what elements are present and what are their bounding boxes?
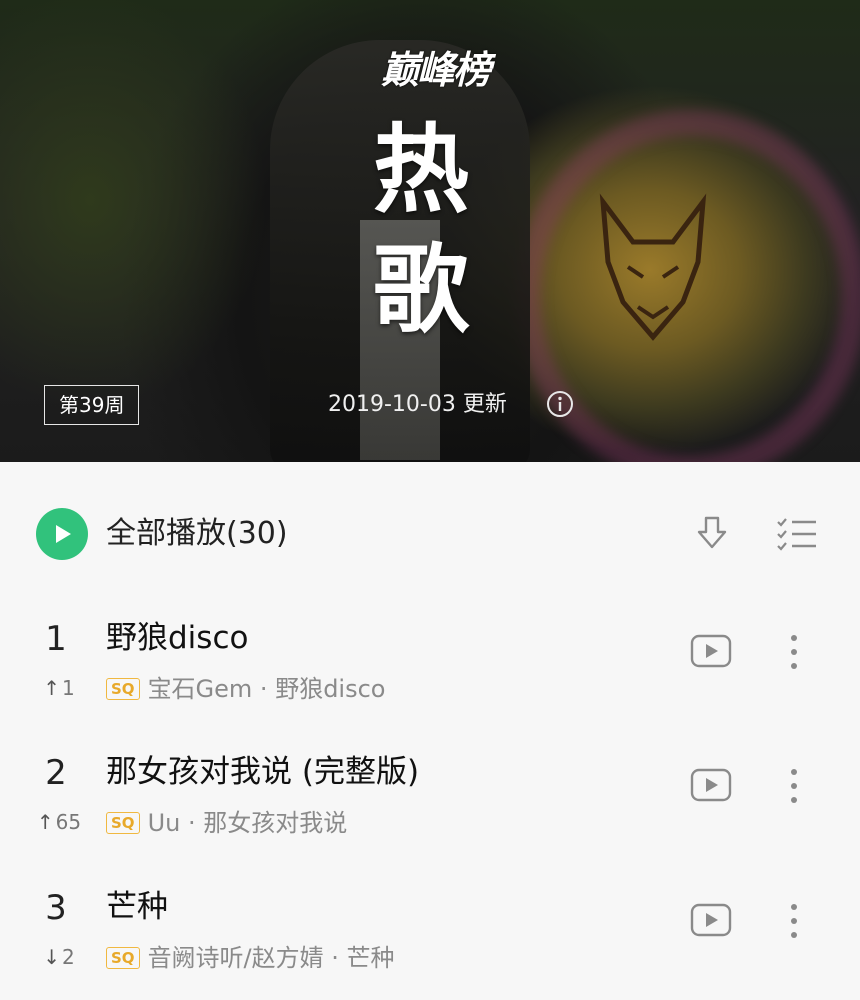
rank-change-value: 1	[62, 676, 75, 700]
mv-play-icon[interactable]	[690, 634, 732, 668]
download-icon[interactable]	[692, 514, 732, 554]
song-row[interactable]: 3 ↓ 2 芒种 SQ 音阙诗听/赵方婧 · 芒种	[0, 873, 860, 993]
play-all-row[interactable]: 全部播放(30)	[0, 490, 860, 576]
rank-up-arrow-icon: ↑	[43, 676, 61, 700]
play-all-label[interactable]: 全部播放(30)	[106, 512, 288, 556]
week-badge: 第39周	[44, 385, 140, 425]
more-vertical-icon[interactable]	[782, 766, 806, 806]
song-artist-album: 音阙诗听/赵方婧 · 芒种	[147, 944, 395, 972]
info-icon[interactable]	[546, 390, 574, 418]
song-meta: SQ 宝石Gem · 野狼disco	[106, 674, 385, 704]
song-artist-album: Uu · 那女孩对我说	[147, 809, 348, 837]
song-row[interactable]: 2 ↑ 65 那女孩对我说 (完整版) SQ Uu · 那女孩对我说	[0, 738, 860, 858]
play-icon	[56, 525, 71, 543]
mv-play-icon[interactable]	[690, 768, 732, 802]
song-title: 芒种	[106, 889, 168, 925]
song-title: 那女孩对我说 (完整版)	[106, 754, 420, 790]
rank-change: ↑ 65	[28, 808, 90, 836]
rank-change-value: 2	[62, 945, 75, 969]
more-vertical-icon[interactable]	[782, 901, 806, 941]
rank-change-value: 65	[55, 810, 82, 834]
song-title: 野狼disco	[106, 620, 249, 656]
song-rank: 2	[45, 753, 67, 793]
sq-quality-badge: SQ	[106, 812, 140, 834]
more-vertical-icon[interactable]	[782, 632, 806, 672]
rank-down-arrow-icon: ↓	[43, 945, 61, 969]
sq-quality-badge: SQ	[106, 947, 140, 969]
sq-quality-badge: SQ	[106, 678, 140, 700]
play-all-button[interactable]	[36, 508, 88, 560]
chart-title: 热 歌	[373, 114, 487, 346]
song-meta: SQ Uu · 那女孩对我说	[106, 808, 347, 838]
chart-logo: 巅峰榜	[380, 47, 491, 92]
song-row[interactable]: 1 ↑ 1 野狼disco SQ 宝石Gem · 野狼disco	[0, 604, 860, 724]
wolf-illustration	[599, 193, 707, 341]
rank-change: ↑ 1	[28, 674, 90, 702]
song-rank: 3	[45, 888, 67, 928]
update-date: 2019-10-03 更新	[328, 392, 507, 417]
rank-change: ↓ 2	[28, 943, 90, 971]
song-artist-album: 宝石Gem · 野狼disco	[147, 675, 386, 703]
rank-up-arrow-icon: ↑	[36, 810, 54, 834]
mv-play-icon[interactable]	[690, 903, 732, 937]
multiselect-icon[interactable]	[776, 516, 818, 552]
song-rank: 1	[45, 619, 67, 659]
chart-header-banner: 巅峰榜 热 歌 第39周 2019-10-03 更新	[0, 0, 860, 462]
song-meta: SQ 音阙诗听/赵方婧 · 芒种	[106, 943, 395, 973]
